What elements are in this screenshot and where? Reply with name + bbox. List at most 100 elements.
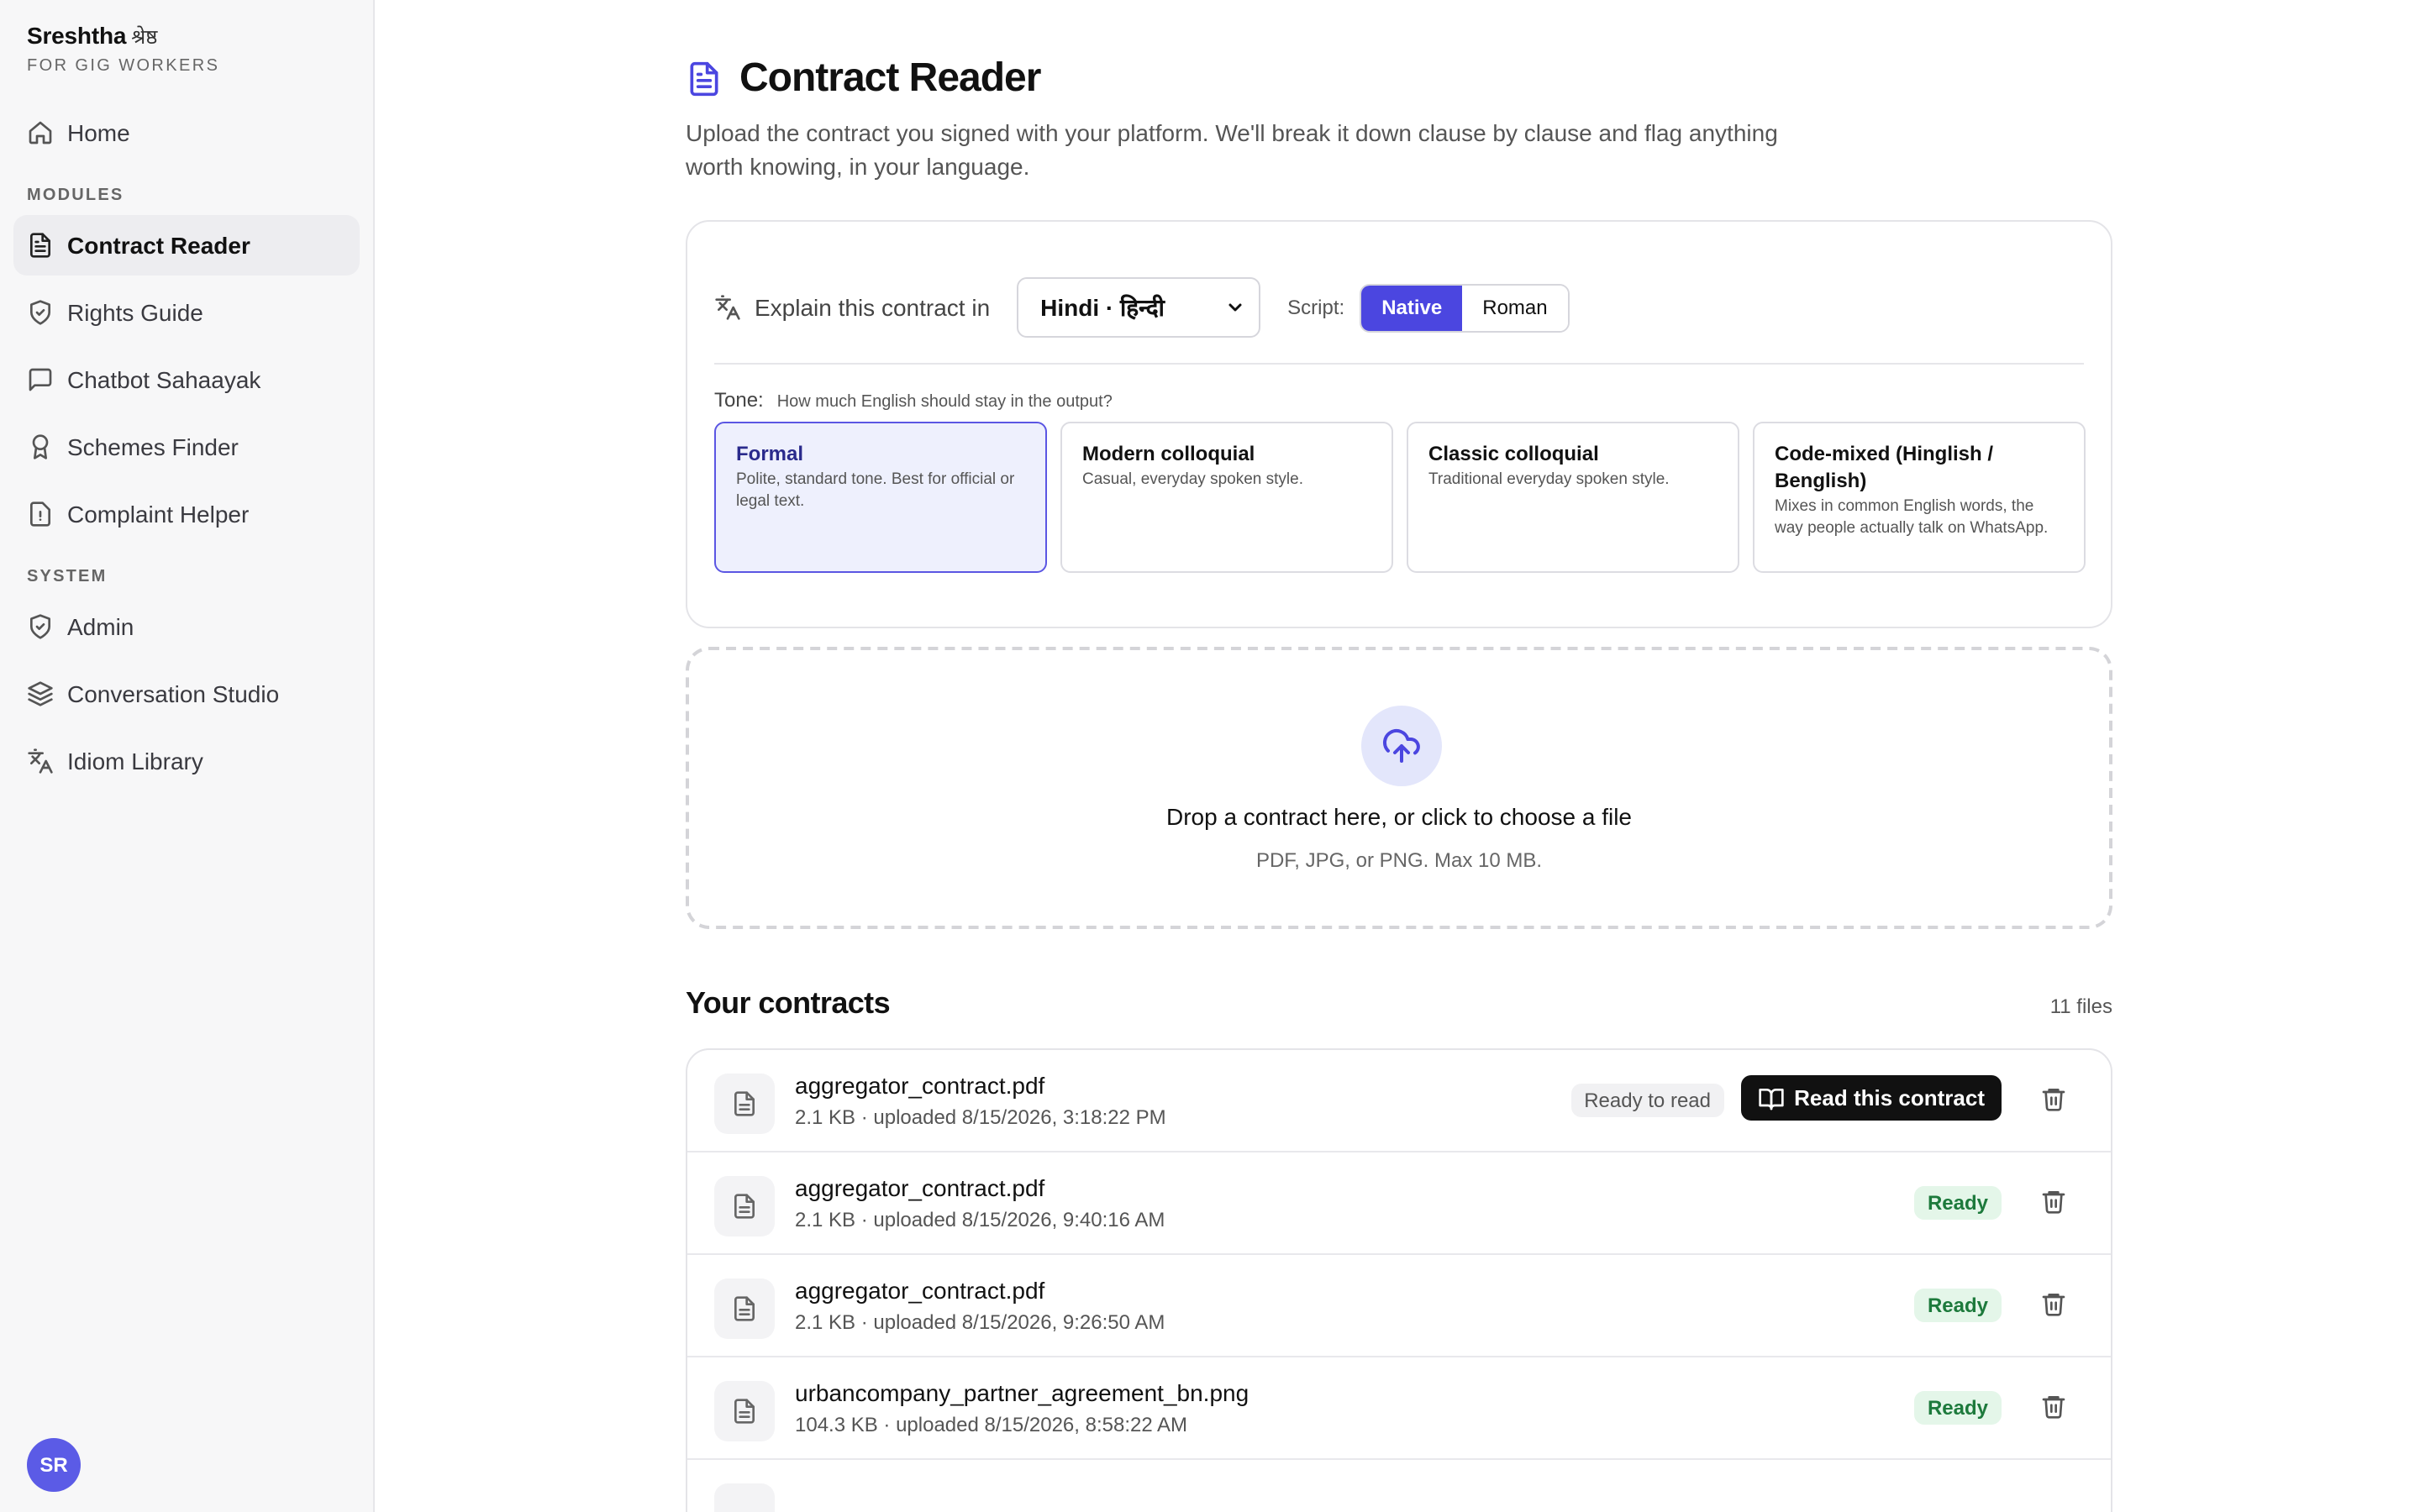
sidebar-item-schemes-finder[interactable]: Schemes Finder (13, 417, 360, 477)
sidebar-item-rights-guide[interactable]: Rights Guide (13, 282, 360, 343)
home-icon (29, 121, 52, 144)
trash-icon (2042, 1294, 2065, 1316)
layers-icon (28, 681, 53, 706)
file-icon (734, 1296, 755, 1321)
file-icon (734, 1091, 755, 1116)
tone-label: Tone: (714, 388, 764, 412)
sidebar-item-label: Complaint Helper (67, 501, 250, 528)
sidebar-item-label: Conversation Studio (67, 680, 280, 707)
trash-icon (2042, 1396, 2065, 1419)
status-badge: Ready to read (1570, 1084, 1724, 1117)
tone-options: Formal Polite, standard tone. Best for o… (714, 422, 2086, 573)
tone-option-classic-colloquial[interactable]: Classic colloquial Traditional everyday … (1407, 422, 1739, 573)
language-row: Explain this contract in Hindi · हिन्दी … (714, 277, 1570, 338)
tone-option-formal[interactable]: Formal Polite, standard tone. Best for o… (714, 422, 1047, 573)
sidebar-item-label: Admin (67, 613, 134, 640)
page-description: Upload the contract you signed with your… (686, 119, 1778, 180)
sidebar-item-label: Rights Guide (67, 299, 203, 326)
page-header: Contract Reader (686, 55, 1041, 102)
table-row[interactable] (687, 1460, 2111, 1512)
file-drop-zone[interactable]: Drop a contract here, or click to choose… (686, 647, 2112, 929)
read-contract-button[interactable]: Read this contract (1740, 1075, 2002, 1121)
file-text-icon (690, 61, 718, 97)
sidebar: Sreshtha श्रेष्ठ FOR GIG WORKERS Home MOD… (0, 0, 375, 1512)
page-title: Contract Reader (739, 55, 1041, 101)
sidebar-section-system: SYSTEM (27, 568, 108, 586)
file-name: urbancompany_partner_agreement_bn.png (795, 1379, 1249, 1406)
file-icon-box (714, 1381, 775, 1441)
sidebar-item-label: Idiom Library (67, 748, 203, 774)
table-row[interactable]: aggregator_contract.pdf 2.1 KB · uploade… (687, 1050, 2111, 1152)
sidebar-item-idiom-library[interactable]: Idiom Library (13, 731, 360, 791)
drop-zone-title: Drop a contract here, or click to choose… (1165, 803, 1633, 830)
table-row[interactable]: urbancompany_partner_agreement_bn.png 10… (687, 1357, 2111, 1460)
read-contract-label: Read this contract (1794, 1085, 1985, 1110)
file-icon-box (714, 1483, 775, 1512)
file-alert-icon (30, 501, 50, 527)
tone-option-name: Classic colloquial (1428, 442, 1599, 465)
file-icon (734, 1399, 755, 1424)
sidebar-item-label: Home (67, 119, 130, 146)
avatar[interactable]: SR (27, 1438, 81, 1492)
contracts-count: 11 files (2049, 995, 2112, 1018)
contracts-header: Your contracts 11 files (686, 986, 2112, 1021)
table-row[interactable]: aggregator_contract.pdf 2.1 KB · uploade… (687, 1152, 2111, 1255)
brand-subtitle: FOR GIG WORKERS (27, 57, 220, 76)
file-name: aggregator_contract.pdf (795, 1174, 1045, 1201)
file-meta: 104.3 KB · uploaded 8/15/2026, 8:58:22 A… (795, 1413, 1188, 1436)
drop-zone-subtitle: PDF, JPG, or PNG. Max 10 MB. (1255, 848, 1543, 872)
trash-icon (2042, 1089, 2065, 1111)
status-badge: Ready (1913, 1391, 2002, 1425)
languages-icon (28, 748, 53, 774)
sidebar-item-contract-reader[interactable]: Contract Reader (13, 215, 360, 276)
language-select-value: Hindi · हिन्दी (1040, 293, 1165, 320)
shield-check-icon (30, 300, 50, 325)
tone-option-description: Polite, standard tone. Best for official… (736, 470, 1015, 511)
sidebar-item-admin[interactable]: Admin (13, 596, 360, 657)
message-square-icon (29, 368, 52, 391)
sidebar-item-label: Schemes Finder (67, 433, 239, 460)
contracts-title: Your contracts (686, 986, 891, 1020)
shield-icon (30, 614, 50, 639)
explain-label: Explain this contract in (755, 294, 991, 321)
brand-name: Sreshtha (27, 22, 127, 49)
tone-hint: How much English should stay in the outp… (776, 393, 1113, 412)
sidebar-item-label: Chatbot Sahaayak (67, 366, 261, 393)
chevron-down-icon (1228, 303, 1242, 312)
sidebar-section-modules: MODULES (27, 186, 124, 205)
table-row[interactable]: aggregator_contract.pdf 2.1 KB · uploade… (687, 1255, 2111, 1357)
sidebar-item-complaint-helper[interactable]: Complaint Helper (13, 484, 360, 544)
brand-native-name: श्रेष्ठ (131, 25, 158, 49)
script-roman-button[interactable]: Roman (1462, 285, 1568, 330)
tone-option-description: Mixes in common English words, the way p… (1775, 497, 2049, 538)
contracts-list: aggregator_contract.pdf 2.1 KB · uploade… (686, 1048, 2112, 1512)
tone-option-description: Casual, everyday spoken style. (1082, 470, 1303, 489)
file-icon-box (714, 1278, 775, 1339)
translate-icon (715, 295, 740, 320)
script-native-button[interactable]: Native (1361, 285, 1463, 330)
tone-option-modern-colloquial[interactable]: Modern colloquial Casual, everyday spoke… (1060, 422, 1393, 573)
tone-option-code-mixed[interactable]: Code-mixed (Hinglish / Benglish) Mixes i… (1753, 422, 2086, 573)
language-select[interactable]: Hindi · हिन्दी (1017, 277, 1261, 338)
file-icon-box (714, 1176, 775, 1236)
tone-row: Tone: How much English should stay in th… (714, 388, 1113, 412)
file-text-icon (30, 233, 50, 258)
sidebar-item-chatbot-sahaayak[interactable]: Chatbot Sahaayak (13, 349, 360, 410)
upload-icon-circle (1361, 706, 1442, 786)
delete-button[interactable] (2040, 1290, 2067, 1317)
delete-button[interactable] (2040, 1393, 2067, 1420)
brand[interactable]: Sreshtha श्रेष्ठ FOR GIG WORKERS (27, 22, 219, 76)
status-badge: Ready (1913, 1289, 2002, 1322)
divider (714, 363, 2084, 365)
file-meta: 2.1 KB · uploaded 8/15/2026, 9:40:16 AM (795, 1208, 1165, 1231)
award-icon (32, 434, 49, 459)
file-name: aggregator_contract.pdf (795, 1072, 1045, 1099)
sidebar-item-conversation-studio[interactable]: Conversation Studio (13, 664, 360, 724)
sidebar-item-home[interactable]: Home (13, 102, 360, 163)
delete-button[interactable] (2040, 1085, 2067, 1112)
delete-button[interactable] (2040, 1188, 2067, 1215)
cloud-upload-icon (1383, 728, 1420, 763)
file-icon-box (714, 1074, 775, 1134)
file-icon (734, 1194, 755, 1219)
translation-settings-card: Explain this contract in Hindi · हिन्दी … (686, 220, 2112, 628)
